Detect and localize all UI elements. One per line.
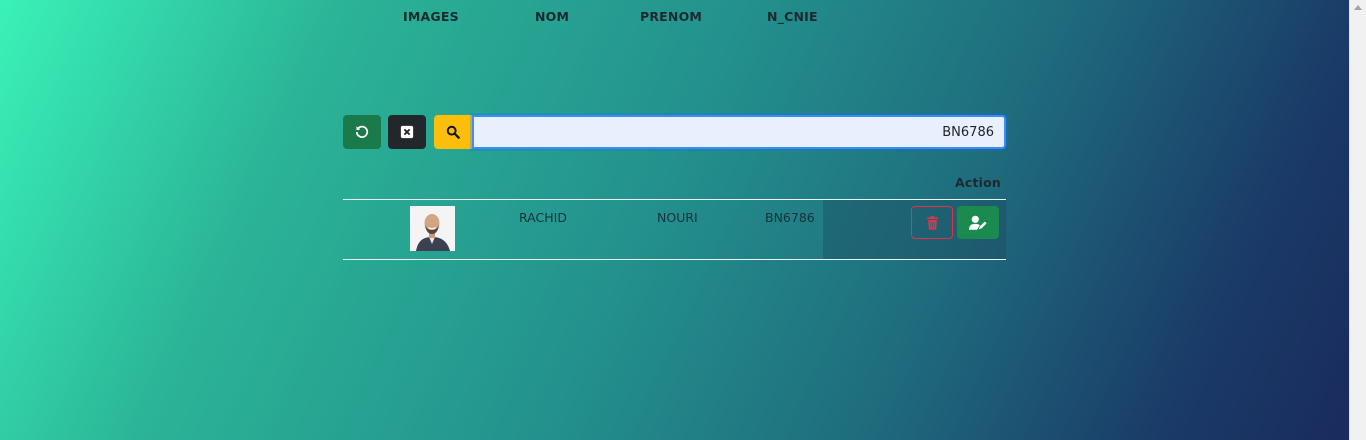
clear-button[interactable] (388, 115, 426, 149)
search-button[interactable] (434, 115, 472, 149)
avatar (410, 206, 455, 251)
user-edit-icon (969, 215, 987, 230)
cell-prenom: NOURI (657, 210, 698, 225)
column-header-nom: NOM (535, 9, 570, 24)
delete-button[interactable] (911, 206, 953, 239)
cell-n-cnie: BN6786 (765, 210, 815, 225)
trash-icon (926, 215, 938, 230)
person-photo-icon (410, 206, 455, 251)
cell-nom: RACHID (519, 210, 567, 225)
column-header-n-cnie: N_CNIE (767, 9, 818, 24)
column-header-images: IMAGES (403, 9, 459, 24)
search-toolbar (343, 115, 1006, 149)
magnifier-icon (446, 125, 460, 139)
scroll-up-arrow-icon[interactable] (1354, 5, 1362, 10)
search-input[interactable] (472, 115, 1006, 149)
square-x-icon (400, 125, 414, 139)
refresh-button[interactable] (343, 115, 381, 149)
column-header-prenom: PRENOM (640, 9, 703, 24)
column-header-action: Action (955, 175, 1002, 190)
vertical-scrollbar[interactable] (1349, 0, 1366, 440)
edit-user-button[interactable] (957, 206, 999, 239)
rotate-left-icon (355, 125, 369, 138)
row-divider (343, 259, 1006, 260)
